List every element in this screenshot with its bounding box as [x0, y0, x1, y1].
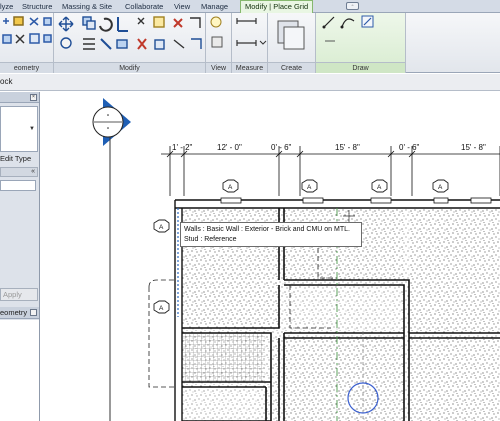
- tab-view[interactable]: View: [174, 1, 190, 13]
- options-bar-text: ock: [0, 77, 13, 86]
- ribbon-tab-bar: lyze Structure Massing & Site Collaborat…: [0, 0, 500, 13]
- tab-structure[interactable]: Structure: [22, 1, 52, 13]
- type-selector[interactable]: ▼: [0, 106, 38, 152]
- grid-head-bubble[interactable]: [92, 98, 131, 146]
- room-fill: [410, 339, 500, 421]
- room-fill: [272, 339, 278, 421]
- draw-panel-label: Draw: [316, 62, 405, 73]
- apply-button[interactable]: Apply: [0, 288, 38, 301]
- wall-tag[interactable]: A: [432, 179, 449, 193]
- property-group-row[interactable]: «: [0, 167, 38, 177]
- wall-tag[interactable]: A: [153, 300, 170, 314]
- wall-tag-label: A: [159, 224, 164, 231]
- modify-panel: Modify: [54, 13, 206, 73]
- tab-overflow-icon[interactable]: ▫: [346, 2, 359, 10]
- property-value-field[interactable]: [0, 180, 36, 191]
- wall-tag-label: A: [307, 184, 312, 191]
- chevron-down-icon[interactable]: ▼: [29, 126, 35, 132]
- view-panel: View: [206, 13, 232, 73]
- create-panel: Create: [268, 13, 316, 73]
- ribbon: eometry Modify View Measure Create Draw: [0, 13, 500, 73]
- tooltip: Walls : Basic Wall : Exterior - Brick an…: [180, 222, 362, 247]
- view-tools-icon[interactable]: [206, 13, 232, 61]
- wall-tag[interactable]: A: [222, 179, 239, 193]
- dimension-label: 0' - 6": [271, 143, 292, 152]
- measure-panel-label: Measure: [232, 62, 267, 73]
- measure-panel: Measure: [232, 13, 268, 73]
- collapse-icon[interactable]: «: [31, 168, 35, 175]
- dimension-label: 15' - 8": [335, 143, 360, 152]
- modify-tools-icon[interactable]: [54, 13, 206, 61]
- dimension-string[interactable]: [161, 146, 500, 196]
- crosshatch-room: [183, 334, 265, 381]
- properties-header: ×: [0, 92, 39, 103]
- options-bar: ock: [0, 74, 500, 91]
- tab-manage[interactable]: Manage: [201, 1, 228, 13]
- edit-type-button[interactable]: Edit Type: [0, 153, 38, 165]
- properties-palette: × ▼ Edit Type « Apply eometry: [0, 92, 40, 421]
- create-group-icon[interactable]: [268, 13, 316, 61]
- wall-tag[interactable]: A: [371, 179, 388, 193]
- dimension-label: 0' - 6": [399, 143, 420, 152]
- wall-tag[interactable]: A: [301, 179, 318, 193]
- geometry-panel-label: eometry: [0, 62, 53, 73]
- tab-massing-site[interactable]: Massing & Site: [62, 1, 112, 13]
- room-fill: [285, 339, 403, 421]
- drawing-area[interactable]: 1' - 2" 12' - 0" 0' - 6" 15' - 8" 0' - 6…: [41, 92, 500, 421]
- create-panel-label: Create: [268, 62, 315, 73]
- dimension-label: 12' - 0": [217, 143, 242, 152]
- tab-collaborate[interactable]: Collaborate: [125, 1, 163, 13]
- room-fill: [410, 209, 500, 332]
- modify-panel-label: Modify: [54, 62, 205, 73]
- wall-tag-label: A: [377, 184, 382, 191]
- measure-tools-icon[interactable]: [232, 13, 268, 61]
- geometry-tools-icon[interactable]: [0, 13, 54, 61]
- wall-tag-label: A: [438, 184, 443, 191]
- tooltip-line-1: Walls : Basic Wall : Exterior - Brick an…: [184, 226, 350, 233]
- wall-tag[interactable]: A: [153, 219, 170, 233]
- geometry-panel: eometry: [0, 13, 54, 73]
- view-panel-label: View: [206, 62, 231, 73]
- tab-analyze[interactable]: lyze: [0, 1, 13, 13]
- dimension-label: 1' - 2": [172, 143, 193, 152]
- tab-modify-place-grid[interactable]: Modify | Place Grid: [240, 0, 314, 13]
- wall-tag-label: A: [159, 305, 164, 312]
- browser-close-icon[interactable]: [30, 309, 37, 316]
- tooltip-line-2: Stud : Reference: [184, 236, 237, 243]
- wall-tag-label: A: [228, 184, 233, 191]
- close-icon[interactable]: ×: [30, 94, 37, 101]
- draw-panel: Draw: [316, 13, 406, 73]
- project-browser[interactable]: [0, 320, 39, 421]
- dimension-label: 15' - 8": [461, 143, 486, 152]
- draw-tools-icon[interactable]: [316, 13, 406, 61]
